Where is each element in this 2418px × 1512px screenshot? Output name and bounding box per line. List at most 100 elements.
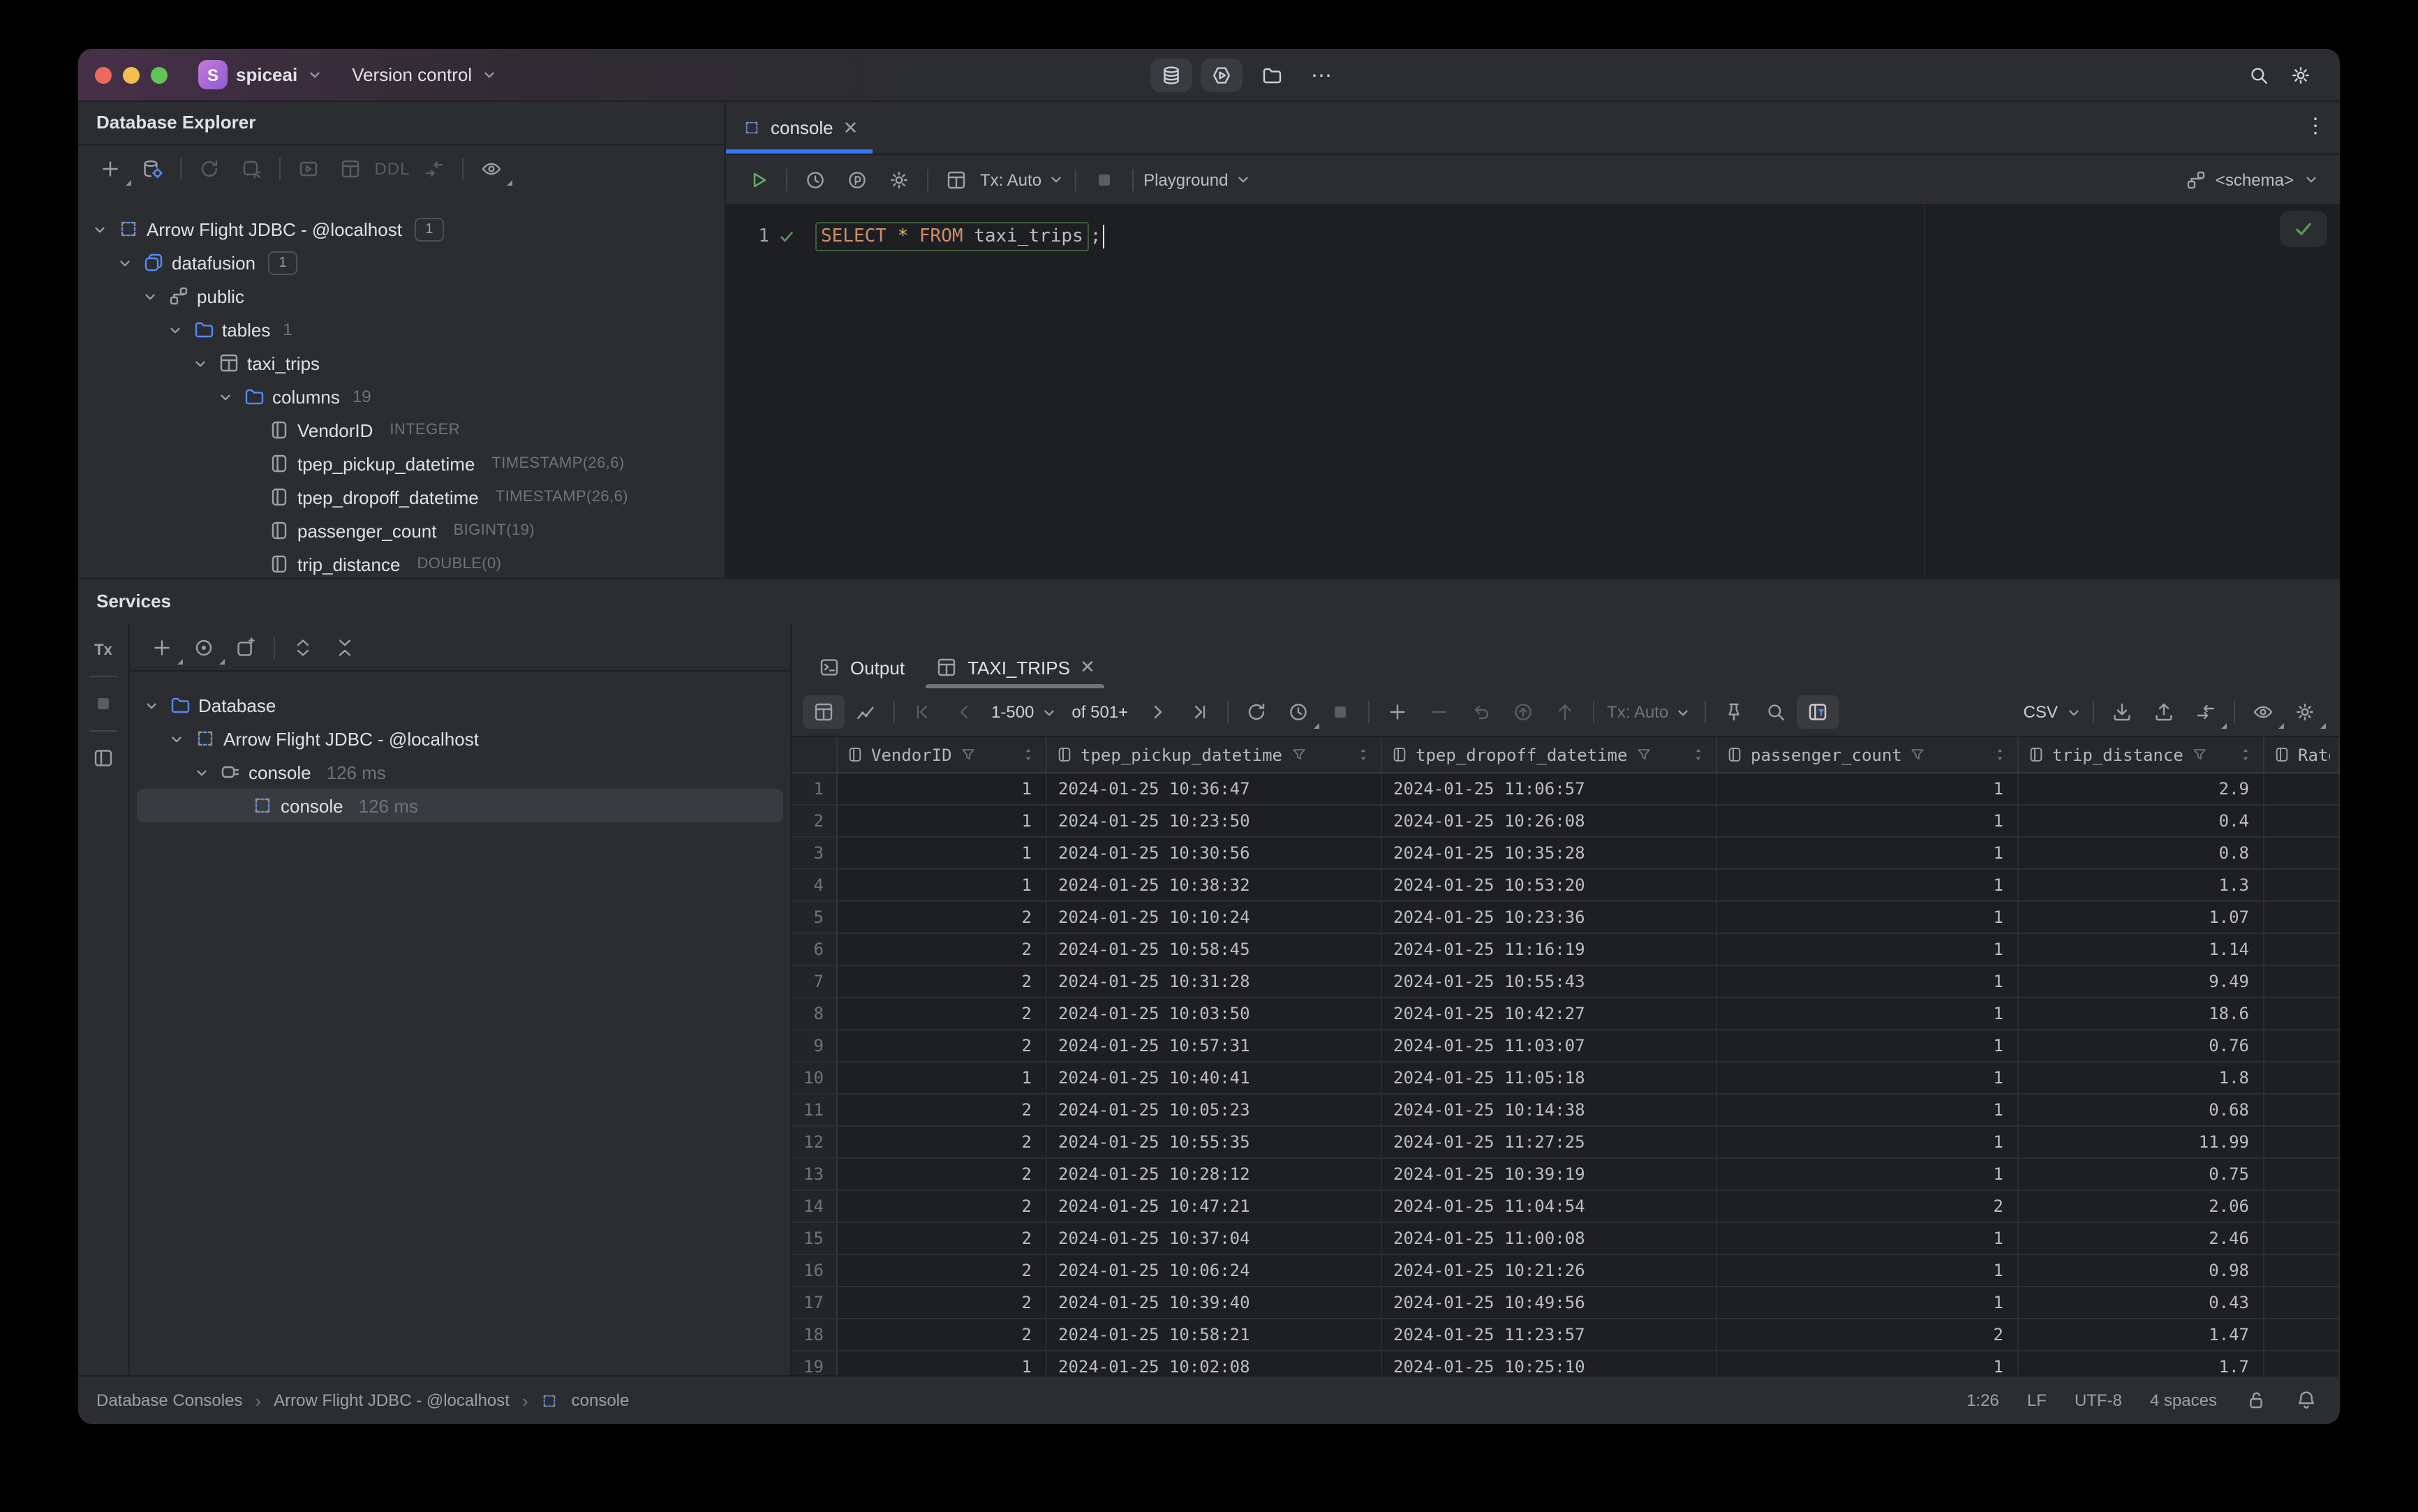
next-page-button[interactable] bbox=[1136, 695, 1178, 729]
reload-page-button[interactable] bbox=[1236, 695, 1277, 729]
column-header-rate[interactable]: Rate bbox=[2264, 737, 2340, 772]
add-datasource-button[interactable] bbox=[89, 152, 131, 186]
grid-cell[interactable] bbox=[2264, 1287, 2340, 1318]
grid-cell[interactable]: 0.8 bbox=[2019, 838, 2264, 868]
grid-cell[interactable] bbox=[2264, 806, 2340, 836]
grid-view-button[interactable] bbox=[803, 695, 845, 729]
chevron-down-icon[interactable] bbox=[141, 287, 159, 305]
chevron-down-icon[interactable] bbox=[168, 729, 186, 748]
row-number[interactable]: 16 bbox=[792, 1255, 838, 1286]
grid-cell[interactable]: 2 bbox=[838, 1191, 1047, 1222]
search-icon[interactable] bbox=[2248, 64, 2270, 86]
grid-cell[interactable] bbox=[2264, 902, 2340, 933]
services-item-console[interactable]: console 126 ms bbox=[130, 755, 790, 789]
auto-refresh-button[interactable] bbox=[1277, 695, 1320, 729]
row-number[interactable]: 4 bbox=[792, 870, 838, 900]
grid-cell[interactable]: 2024-01-25 11:16:19 bbox=[1382, 934, 1717, 965]
jump-to-console-button[interactable] bbox=[288, 152, 329, 186]
transfer-data-button[interactable] bbox=[2185, 695, 2227, 729]
refresh-button[interactable] bbox=[188, 152, 230, 186]
services-item-database[interactable]: Database bbox=[130, 688, 790, 722]
grid-view-options-button[interactable] bbox=[2242, 695, 2284, 729]
grid-cell[interactable]: 2 bbox=[838, 998, 1047, 1029]
chevron-down-icon[interactable] bbox=[216, 387, 235, 406]
column-header-passenger_count[interactable]: passenger_count bbox=[1717, 737, 2019, 772]
import-data-button[interactable] bbox=[2101, 695, 2143, 729]
add-service-button[interactable] bbox=[141, 630, 183, 664]
first-page-button[interactable] bbox=[902, 695, 944, 729]
grid-cell[interactable]: 2024-01-25 10:57:31 bbox=[1047, 1030, 1382, 1061]
explorer-item-datafusion[interactable]: datafusion 1 bbox=[78, 246, 725, 279]
grid-cell[interactable]: 1.8 bbox=[2019, 1062, 2264, 1093]
commit-button[interactable] bbox=[1544, 695, 1586, 729]
grid-cell[interactable]: 2024-01-25 10:23:50 bbox=[1047, 806, 1382, 836]
grid-cell[interactable]: 1 bbox=[838, 773, 1047, 804]
view-as-table-button[interactable] bbox=[935, 163, 977, 196]
row-number[interactable]: 17 bbox=[792, 1287, 838, 1318]
grid-cell[interactable]: 1 bbox=[1717, 870, 2019, 900]
grid-cell[interactable]: 2024-01-25 10:14:38 bbox=[1382, 1095, 1717, 1125]
grid-cell[interactable]: 2024-01-25 10:10:24 bbox=[1047, 902, 1382, 933]
vcs-menu[interactable]: Version control bbox=[352, 64, 472, 85]
stop-process-button[interactable] bbox=[82, 687, 124, 720]
row-number[interactable]: 9 bbox=[792, 1030, 838, 1061]
grid-cell[interactable]: 1 bbox=[838, 838, 1047, 868]
delete-row-button[interactable] bbox=[1418, 695, 1460, 729]
project-icon[interactable]: S bbox=[198, 60, 228, 89]
settings-gear-icon[interactable] bbox=[2290, 64, 2312, 86]
grid-cell[interactable]: 2024-01-25 10:47:21 bbox=[1047, 1191, 1382, 1222]
grid-cell[interactable] bbox=[2264, 1062, 2340, 1093]
chevron-down-icon[interactable] bbox=[142, 696, 161, 714]
grid-cell[interactable]: 2 bbox=[838, 1095, 1047, 1125]
grid-cell[interactable]: 0.43 bbox=[2019, 1287, 2264, 1318]
grid-cell[interactable] bbox=[2264, 1159, 2340, 1189]
grid-cell[interactable]: 1 bbox=[838, 870, 1047, 900]
row-number[interactable]: 5 bbox=[792, 902, 838, 933]
grid-cell[interactable]: 1 bbox=[1717, 838, 2019, 868]
grid-cell[interactable]: 1 bbox=[1717, 1159, 2019, 1189]
expand-all-button[interactable] bbox=[282, 630, 324, 664]
row-number[interactable]: 1 bbox=[792, 773, 838, 804]
previous-page-button[interactable] bbox=[944, 695, 986, 729]
grid-cell[interactable]: 2024-01-25 10:37:04 bbox=[1047, 1223, 1382, 1254]
row-number[interactable]: 8 bbox=[792, 998, 838, 1029]
project-menu[interactable]: spiceai bbox=[236, 64, 297, 85]
file-encoding[interactable]: UTF-8 bbox=[2075, 1391, 2122, 1410]
column-header-tpep_dropoff_datetime[interactable]: tpep_dropoff_datetime bbox=[1382, 737, 1717, 772]
grid-cell[interactable] bbox=[2264, 838, 2340, 868]
explorer-item-taxi-trips[interactable]: taxi_trips bbox=[78, 346, 725, 380]
grid-cell[interactable]: 2024-01-25 10:30:56 bbox=[1047, 838, 1382, 868]
breadcrumb-root[interactable]: Database Consoles bbox=[96, 1391, 242, 1410]
chevron-down-icon[interactable] bbox=[193, 763, 211, 781]
row-number[interactable]: 14 bbox=[792, 1191, 838, 1222]
row-number[interactable]: 6 bbox=[792, 934, 838, 965]
grid-cell[interactable]: 1 bbox=[838, 1351, 1047, 1375]
column-header-vendorid[interactable]: VendorID bbox=[838, 737, 1047, 772]
grid-cell[interactable]: 2024-01-25 10:25:10 bbox=[1382, 1351, 1717, 1375]
chart-view-button[interactable] bbox=[845, 695, 887, 729]
grid-cell[interactable]: 2024-01-25 10:53:20 bbox=[1382, 870, 1717, 900]
line-separator[interactable]: LF bbox=[2027, 1391, 2047, 1410]
caret-position[interactable]: 1:26 bbox=[1966, 1391, 1999, 1410]
grid-cell[interactable]: 2024-01-25 10:55:43 bbox=[1382, 966, 1717, 997]
filter-funnel-icon[interactable] bbox=[2190, 746, 2209, 764]
filter-panel-button[interactable] bbox=[1797, 695, 1839, 729]
grid-cell[interactable]: 2024-01-25 11:06:57 bbox=[1382, 773, 1717, 804]
grid-cell[interactable] bbox=[2264, 870, 2340, 900]
row-number[interactable]: 3 bbox=[792, 838, 838, 868]
tab-taxi-trips[interactable]: TAXI_TRIPS ✕ bbox=[923, 646, 1108, 688]
grid-cell[interactable]: 2 bbox=[838, 902, 1047, 933]
explorer-item-tables[interactable]: tables 1 bbox=[78, 313, 725, 346]
filter-funnel-icon[interactable] bbox=[959, 746, 977, 764]
grid-cell[interactable]: 2024-01-25 10:23:36 bbox=[1382, 902, 1717, 933]
grid-cell[interactable]: 2 bbox=[1717, 1319, 2019, 1350]
grid-cell[interactable]: 1.47 bbox=[2019, 1319, 2264, 1350]
submit-button[interactable] bbox=[1502, 695, 1544, 729]
grid-cell[interactable]: 1 bbox=[1717, 1255, 2019, 1286]
find-in-grid-button[interactable] bbox=[1755, 695, 1797, 729]
minimize-window-button[interactable] bbox=[123, 66, 140, 83]
goto-datasource-button[interactable] bbox=[413, 152, 455, 186]
grid-cell[interactable]: 2024-01-25 10:03:50 bbox=[1047, 998, 1382, 1029]
grid-cell[interactable]: 0.98 bbox=[2019, 1255, 2264, 1286]
chevron-down-icon[interactable] bbox=[191, 354, 209, 372]
